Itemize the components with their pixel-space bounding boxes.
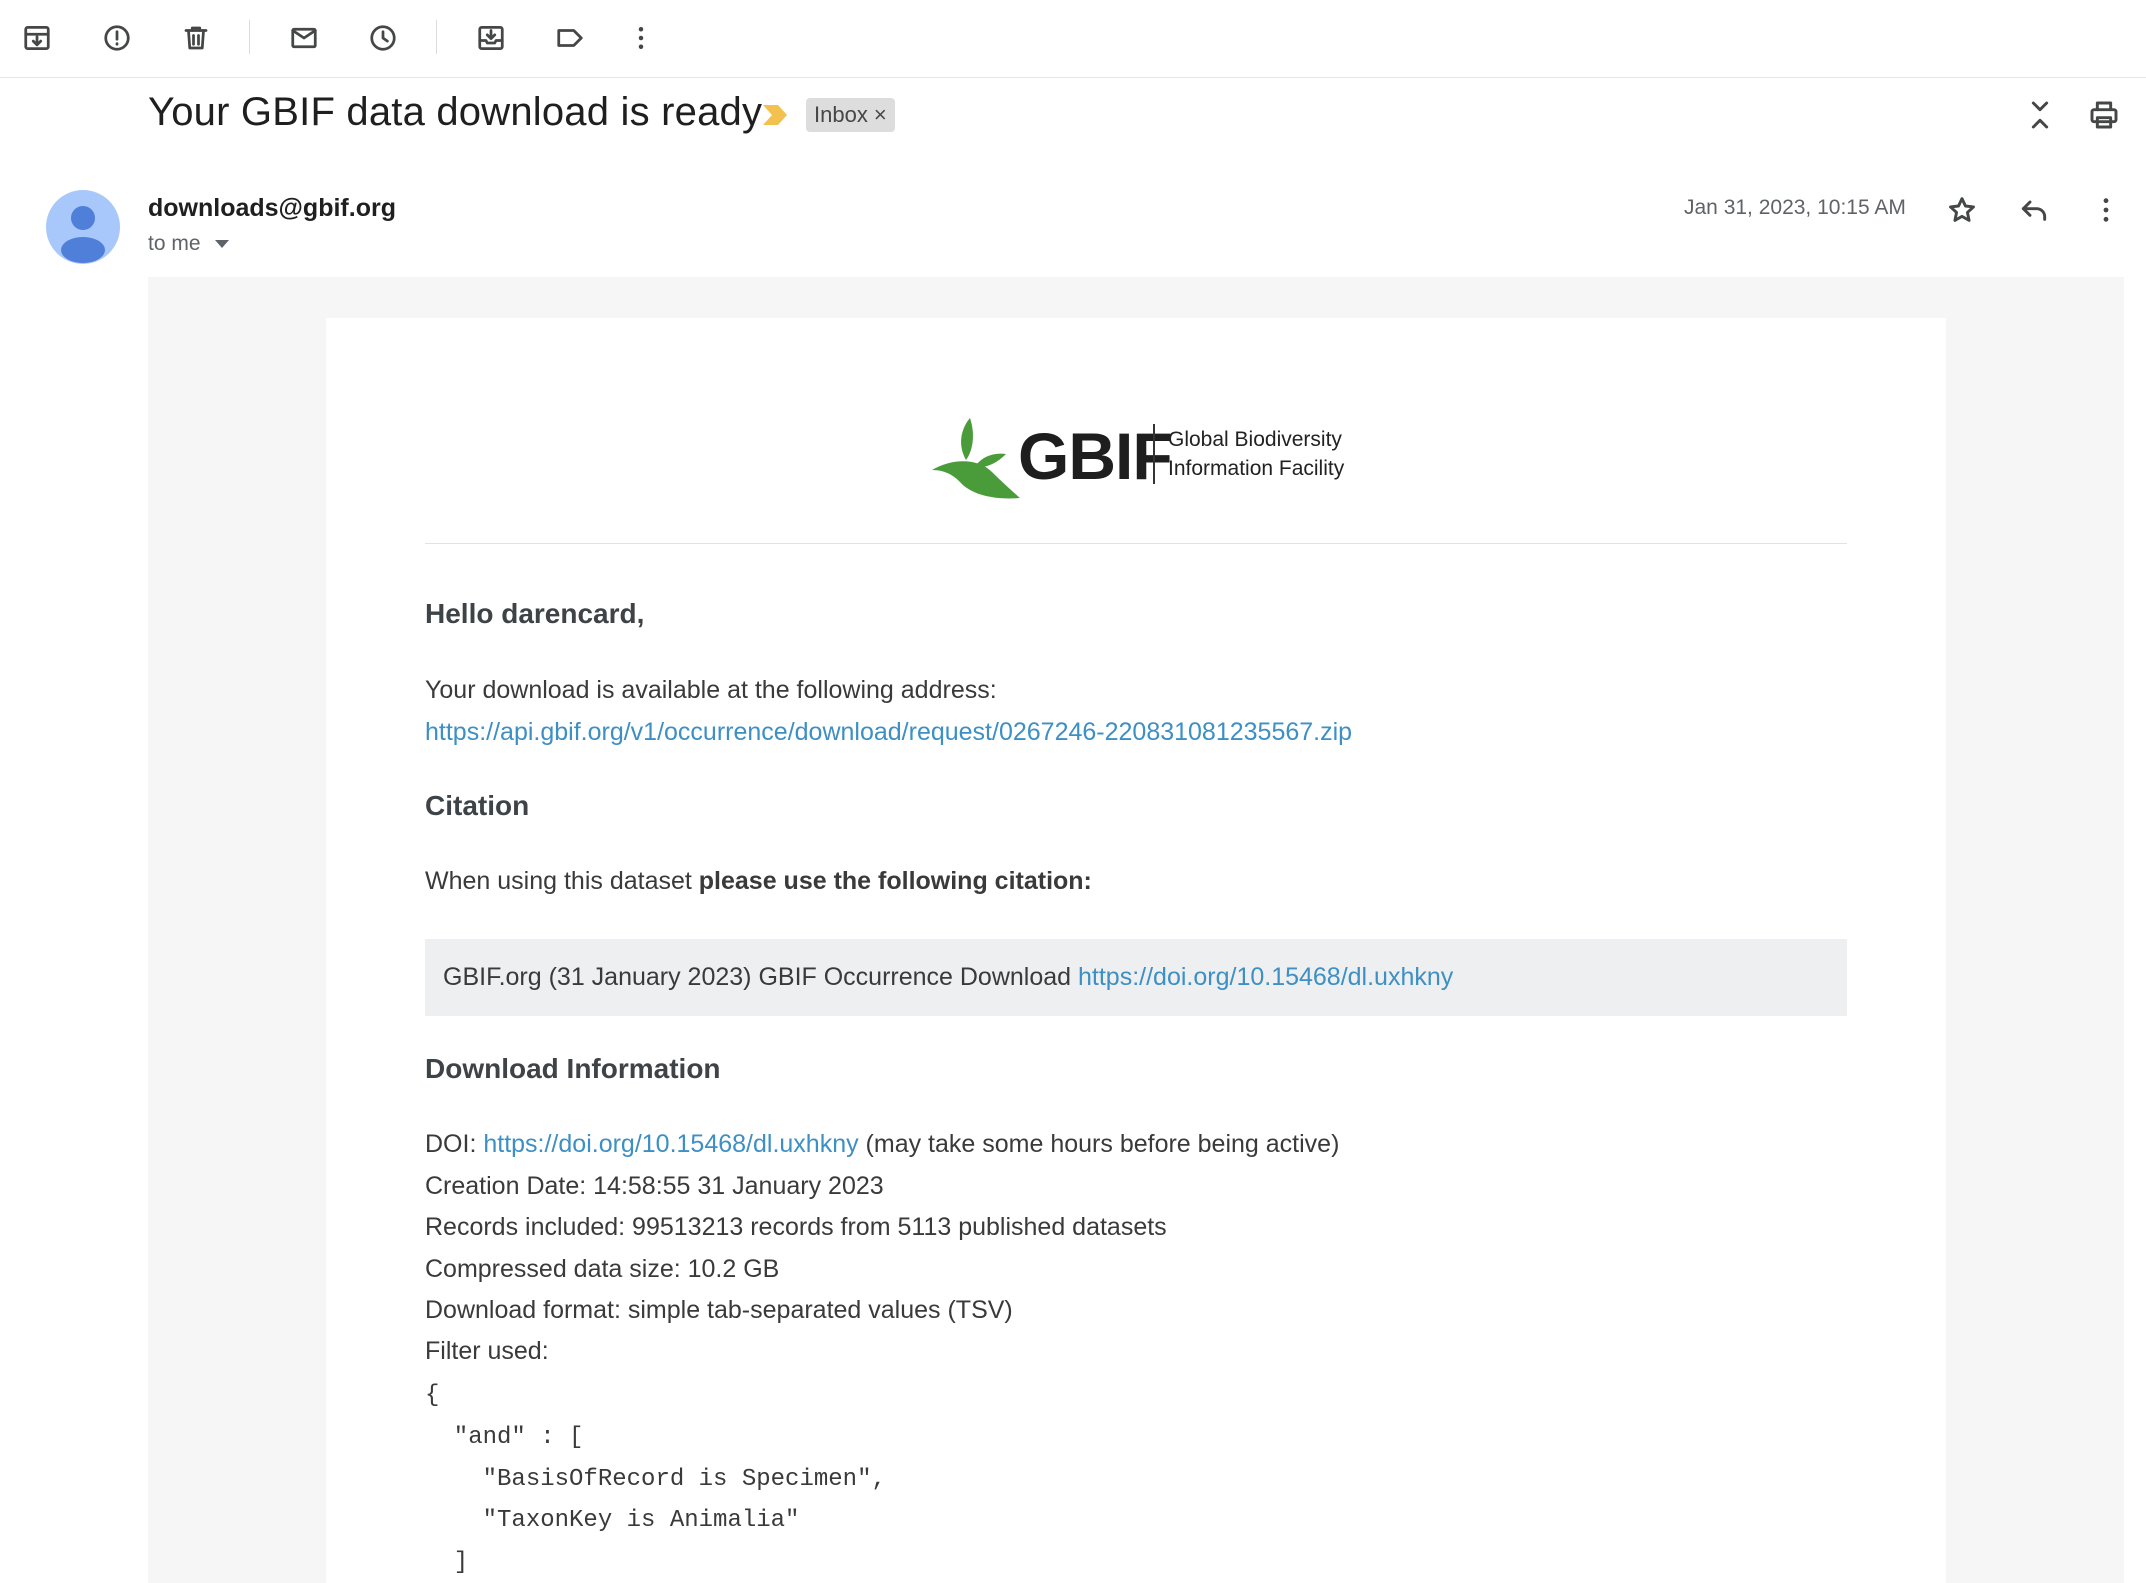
move-to-icon bbox=[478, 26, 504, 50]
creation-date: Creation Date: 14:58:55 31 January 2023 bbox=[425, 1172, 884, 1200]
citation-text: GBIF.org (31 January 2023) GBIF Occurren… bbox=[443, 963, 1453, 992]
data-size: Compressed data size: 10.2 GB bbox=[425, 1255, 780, 1283]
filter-code-line: "TaxonKey is Animalia" bbox=[425, 1507, 800, 1534]
gbif-name-line1: Global Biodiversity bbox=[1168, 428, 1342, 451]
citation-plain: GBIF.org (31 January 2023) GBIF Occurren… bbox=[443, 963, 1079, 991]
inbox-label-chip: Inbox × bbox=[806, 98, 895, 132]
archive-icon bbox=[24, 26, 50, 50]
collapse-icon bbox=[2031, 101, 2049, 129]
doi-note: (may take some hours before being active… bbox=[858, 1130, 1340, 1158]
gbif-full-name: Global Biodiversity Information Facility bbox=[1168, 425, 1344, 483]
more-vert-icon bbox=[2103, 198, 2109, 222]
toolbar-divider bbox=[249, 20, 250, 54]
snooze-icon bbox=[370, 25, 396, 51]
filter-code-line: "BasisOfRecord is Specimen", bbox=[425, 1466, 886, 1493]
download-link[interactable]: https://api.gbif.org/v1/occurrence/downl… bbox=[425, 718, 1352, 746]
delete-button[interactable] bbox=[175, 17, 217, 59]
citation-intro-text: When using this dataset bbox=[425, 867, 699, 895]
move-to-inbox-button[interactable] bbox=[470, 17, 512, 59]
snooze-button[interactable] bbox=[362, 17, 404, 59]
filter-code-line: "and" : [ bbox=[425, 1424, 584, 1451]
more-options-button[interactable] bbox=[620, 17, 662, 59]
doi-link[interactable]: https://doi.org/10.15468/dl.uxhkny bbox=[483, 1130, 858, 1158]
labels-button[interactable] bbox=[549, 17, 591, 59]
remove-label-button[interactable]: × bbox=[874, 102, 887, 128]
reply-button[interactable] bbox=[2012, 188, 2056, 232]
doi-line: DOI: https://doi.org/10.15468/dl.uxhkny … bbox=[425, 1130, 1339, 1159]
filter-code-line: ] bbox=[425, 1549, 469, 1576]
citation-heading: Citation bbox=[425, 790, 530, 821]
gbif-wordmark: GBIF bbox=[1018, 419, 1173, 493]
print-all-button[interactable] bbox=[2082, 93, 2126, 137]
mark-unread-button[interactable] bbox=[283, 17, 325, 59]
archive-button[interactable] bbox=[16, 17, 58, 59]
filter-label: Filter used: bbox=[425, 1337, 549, 1365]
report-spam-button[interactable] bbox=[96, 17, 138, 59]
greeting: Hello darencard, bbox=[425, 598, 645, 629]
download-format: Download format: simple tab-separated va… bbox=[425, 1296, 1013, 1324]
gbif-name-line2: Information Facility bbox=[1168, 457, 1345, 480]
message-more-button[interactable] bbox=[2084, 188, 2128, 232]
email-toolbar bbox=[0, 0, 2146, 78]
header-divider bbox=[425, 543, 1847, 544]
sender-avatar[interactable] bbox=[46, 190, 120, 264]
inbox-label: Inbox bbox=[814, 102, 868, 127]
sender-email[interactable]: downloads@gbif.org bbox=[148, 194, 396, 223]
filter-code-line: { bbox=[425, 1382, 440, 1409]
print-icon bbox=[2090, 101, 2118, 129]
doi-label: DOI: bbox=[425, 1130, 484, 1158]
citation-intro: When using this dataset please use the f… bbox=[425, 867, 1092, 896]
more-vert-icon bbox=[638, 27, 644, 49]
download-info-heading: Download Information bbox=[425, 1053, 721, 1084]
mark-unread-icon bbox=[291, 27, 317, 49]
records-included: Records included: 99513213 records from … bbox=[425, 1213, 1167, 1241]
star-button[interactable] bbox=[1940, 188, 1984, 232]
reply-icon bbox=[2021, 200, 2047, 221]
person-icon bbox=[61, 206, 105, 263]
report-spam-icon bbox=[104, 25, 130, 51]
label-icon bbox=[557, 29, 583, 47]
importance-marker-icon[interactable] bbox=[762, 104, 788, 126]
gbif-leaf-logo-icon bbox=[932, 418, 1020, 499]
recipient-label: to me bbox=[148, 232, 201, 255]
logo-divider bbox=[1153, 424, 1155, 484]
star-icon bbox=[1949, 197, 1975, 222]
citation-doi-link[interactable]: https://doi.org/10.15468/dl.uxhkny bbox=[1078, 963, 1453, 991]
toolbar-divider bbox=[436, 20, 437, 54]
collapse-all-button[interactable] bbox=[2018, 93, 2062, 137]
delete-icon bbox=[184, 26, 208, 50]
email-subject: Your GBIF data download is ready bbox=[148, 90, 763, 134]
caret-down-icon bbox=[214, 240, 229, 248]
message-date: Jan 31, 2023, 10:15 AM bbox=[1684, 196, 1906, 219]
recipient-details-toggle[interactable]: to me bbox=[148, 232, 229, 256]
available-text: Your download is available at the follow… bbox=[425, 676, 997, 704]
citation-intro-bold: please use the following citation: bbox=[698, 867, 1092, 895]
